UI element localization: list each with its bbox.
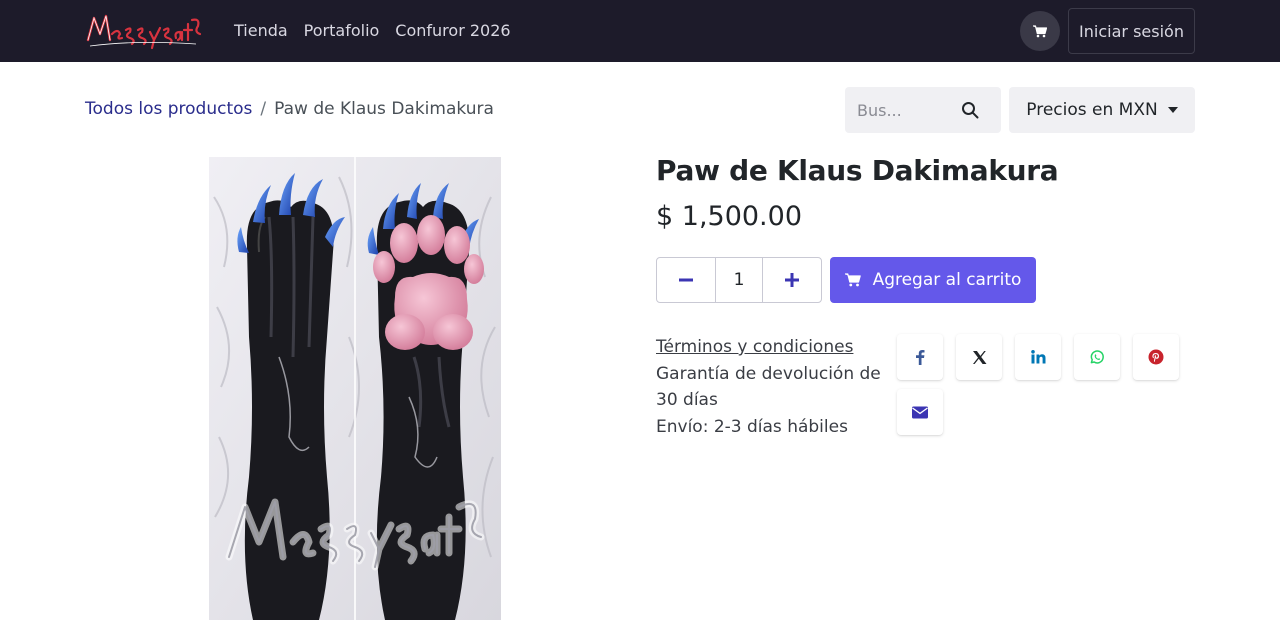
nav-confuror-2026[interactable]: Confuror 2026 bbox=[395, 21, 510, 41]
share-email-button[interactable] bbox=[897, 389, 943, 435]
quantity-stepper: 1 bbox=[656, 257, 822, 303]
breadcrumb-current: Paw de Klaus Dakimakura bbox=[274, 99, 494, 119]
cart-icon bbox=[1033, 24, 1047, 37]
terms-link[interactable]: Términos y condiciones bbox=[656, 337, 853, 357]
breadcrumb-all-products[interactable]: Todos los productos bbox=[85, 99, 252, 119]
search-icon[interactable] bbox=[961, 101, 979, 119]
email-icon bbox=[912, 406, 928, 418]
share-whatsapp-button[interactable] bbox=[1074, 334, 1120, 380]
add-to-cart-label: Agregar al carrito bbox=[872, 270, 1022, 290]
nav-tienda[interactable]: Tienda bbox=[234, 21, 288, 41]
search-input[interactable] bbox=[857, 100, 957, 120]
top-navbar: Tienda Portafolio Confuror 2026 Iniciar … bbox=[0, 0, 1280, 62]
breadcrumb-separator: / bbox=[260, 99, 267, 119]
product-image[interactable] bbox=[209, 157, 501, 620]
plus-icon bbox=[785, 273, 799, 287]
share-linkedin-button[interactable] bbox=[1015, 334, 1061, 380]
search-box bbox=[845, 87, 1001, 133]
share-x-button[interactable] bbox=[956, 334, 1002, 380]
brand-logo[interactable] bbox=[84, 10, 204, 52]
pinterest-icon bbox=[1148, 349, 1164, 365]
product-price: $ 1,500.00 bbox=[656, 201, 802, 232]
breadcrumb: Todos los productos / Paw de Klaus Dakim… bbox=[85, 99, 494, 119]
x-icon bbox=[972, 350, 986, 364]
minus-icon bbox=[679, 278, 693, 282]
linkedin-icon bbox=[1030, 350, 1045, 364]
quantity-input[interactable]: 1 bbox=[715, 258, 763, 302]
whatsapp-icon bbox=[1090, 350, 1104, 364]
quantity-decrease-button[interactable] bbox=[657, 258, 715, 302]
product-info: Términos y condiciones Garantía de devol… bbox=[656, 334, 892, 440]
share-pinterest-button[interactable] bbox=[1133, 334, 1179, 380]
login-button[interactable]: Iniciar sesión bbox=[1068, 8, 1195, 54]
cart-icon bbox=[844, 273, 861, 287]
quantity-increase-button[interactable] bbox=[763, 258, 821, 302]
share-facebook-button[interactable] bbox=[897, 334, 943, 380]
facebook-icon bbox=[916, 350, 925, 365]
shipping-text: Envío: 2-3 días hábiles bbox=[656, 416, 848, 437]
add-to-cart-button[interactable]: Agregar al carrito bbox=[830, 257, 1036, 303]
currency-label: Precios en MXN bbox=[1026, 100, 1158, 120]
product-title: Paw de Klaus Dakimakura bbox=[656, 154, 1059, 187]
currency-dropdown[interactable]: Precios en MXN bbox=[1009, 87, 1195, 133]
nav-portafolio[interactable]: Portafolio bbox=[304, 21, 380, 41]
caret-down-icon bbox=[1167, 107, 1178, 113]
cart-button[interactable] bbox=[1020, 11, 1060, 51]
main-nav: Tienda Portafolio Confuror 2026 bbox=[234, 21, 511, 41]
guarantee-text: Garantía de devolución de 30 días bbox=[656, 363, 881, 411]
